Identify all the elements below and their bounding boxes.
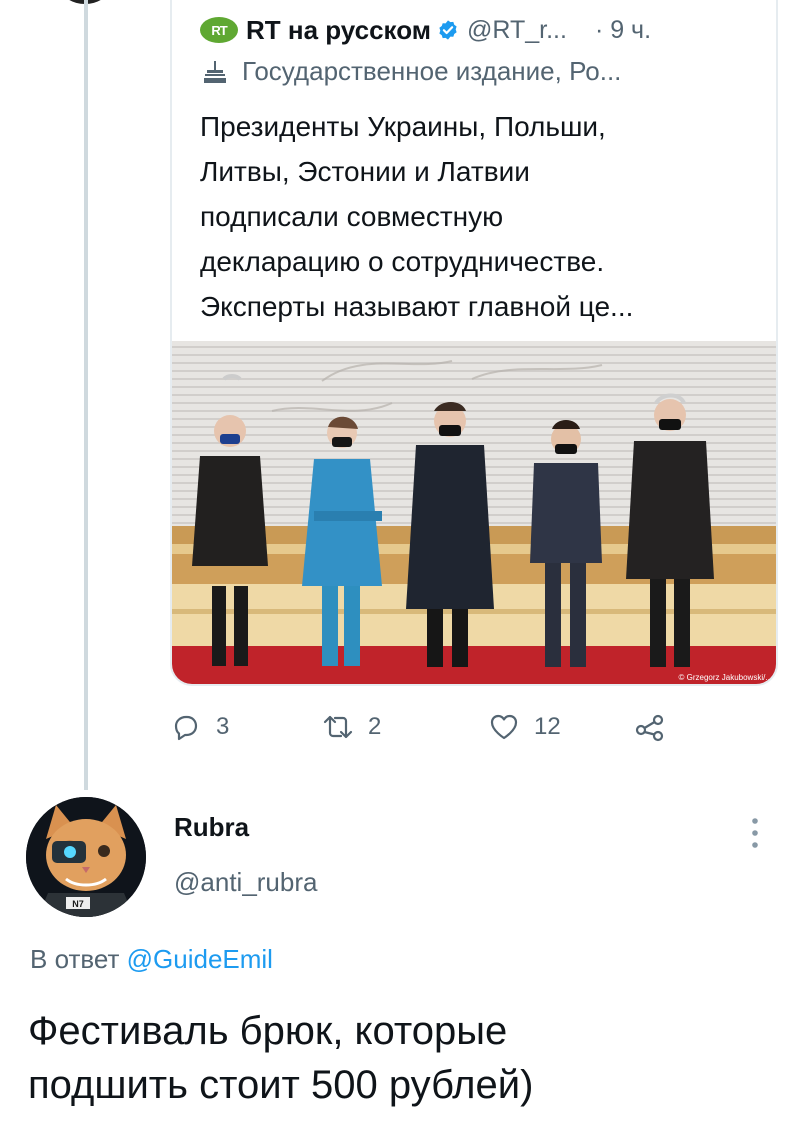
reply-to-prefix: В ответ — [30, 944, 120, 974]
reply-text-line: подшить стоит 500 рублей) — [28, 1063, 534, 1107]
like-count: 12 — [534, 713, 561, 740]
reply-author-handle[interactable]: @anti_rubra — [174, 867, 317, 898]
retweet-count: 2 — [368, 713, 382, 740]
more-options-icon[interactable] — [748, 816, 762, 850]
retweet-button[interactable]: 2 — [322, 705, 381, 749]
quoted-text-line: Президенты Украины, Польши, — [200, 111, 606, 142]
quoted-author-handle[interactable]: @RT_r... — [467, 16, 567, 45]
reply-count: 3 — [216, 713, 230, 740]
like-button[interactable]: 12 — [488, 705, 561, 749]
quoted-tweet-header: RT RT на русском @RT_r... · 9 ч. — [200, 10, 651, 50]
reply-text-line: Фестиваль брюк, которые — [28, 1009, 508, 1053]
state-media-label[interactable]: Государственное издание, Ро... — [202, 56, 621, 87]
government-building-icon — [204, 60, 226, 83]
avatar[interactable]: N7 — [26, 797, 146, 917]
quoted-text-line: Эксперты называют главной це... — [200, 291, 634, 322]
photo-credit: © Grzegorz Jakubowski/... — [679, 673, 772, 682]
quoted-tweet-card[interactable]: RT RT на русском @RT_r... · 9 ч. Государ… — [170, 0, 778, 686]
cat-avatar-image: N7 — [26, 797, 146, 917]
state-media-label-text: Государственное издание, Ро... — [242, 56, 622, 86]
quoted-text-line: Литвы, Эстонии и Латвии — [200, 156, 530, 187]
reply-to-mention-link[interactable]: @GuideEmil — [127, 944, 273, 974]
reply-tweet-text: Фестиваль брюк, которые подшить стоит 50… — [28, 1004, 768, 1112]
heart-icon — [490, 714, 518, 740]
n7-badge: N7 — [72, 899, 84, 909]
reply-author-name[interactable]: Rubra — [174, 812, 249, 843]
quoted-text-line: декларацию о сотрудничестве. — [200, 246, 605, 277]
verified-badge-icon — [439, 20, 457, 40]
thread-connector-line — [84, 0, 88, 790]
quoted-tweet-time[interactable]: · 9 ч. — [595, 16, 651, 45]
rt-logo-icon: RT — [200, 17, 238, 43]
quoted-text-line: подписали совместную — [200, 201, 504, 232]
reply-icon — [174, 715, 198, 741]
reply-context: В ответ @GuideEmil — [30, 944, 273, 975]
share-icon — [635, 714, 664, 742]
quoted-author-name[interactable]: RT на русском — [246, 15, 431, 46]
share-button[interactable] — [634, 705, 680, 749]
reply-button[interactable]: 3 — [170, 705, 229, 749]
tweet-actions-bar: 3 2 12 — [170, 705, 710, 749]
retweet-icon — [323, 715, 353, 739]
quoted-tweet-text: Президенты Украины, Польши, Литвы, Эстон… — [200, 104, 760, 329]
presidents-group-photo[interactable]: © Grzegorz Jakubowski/... — [172, 341, 776, 684]
